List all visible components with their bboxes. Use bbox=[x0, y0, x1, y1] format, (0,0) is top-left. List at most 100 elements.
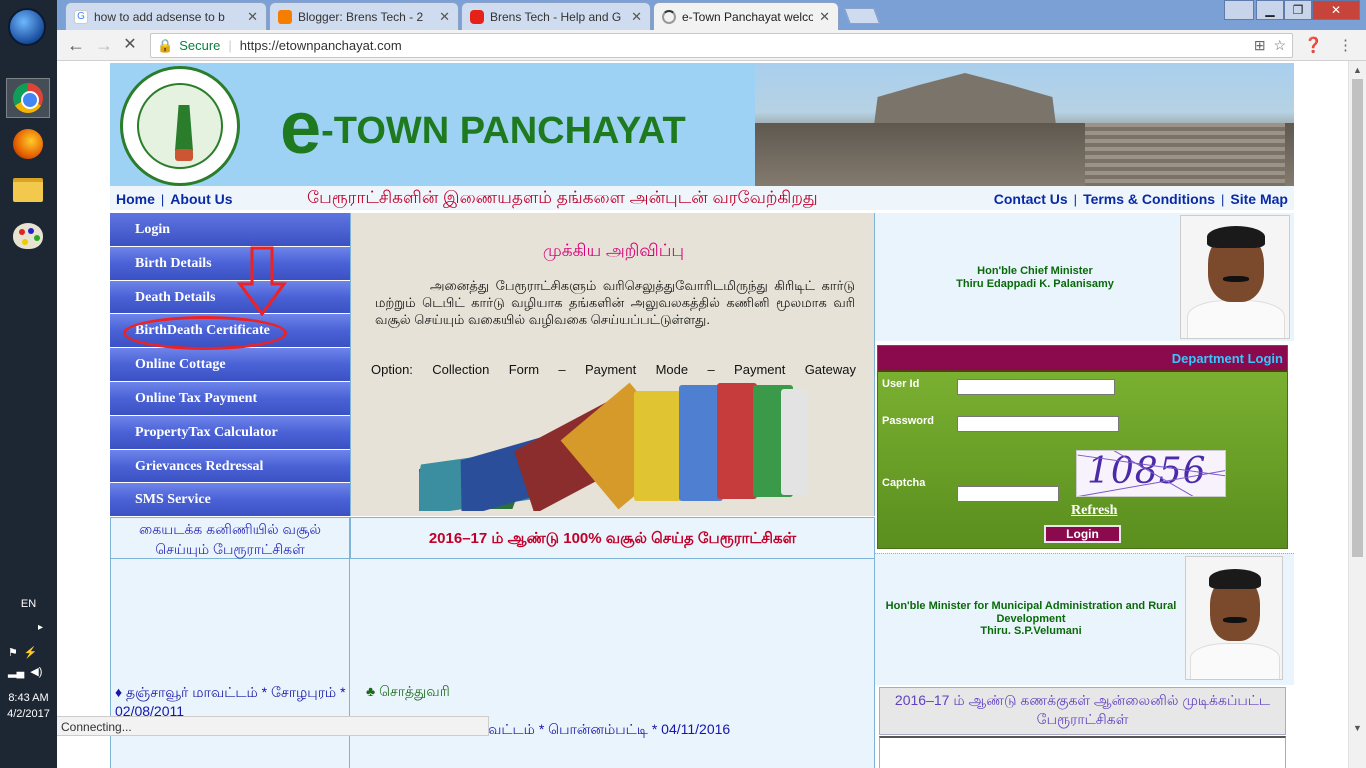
stop-loading-icon[interactable]: ✕ bbox=[119, 35, 141, 57]
scroll-down-icon[interactable]: ▼ bbox=[1353, 723, 1362, 733]
password-label: Password bbox=[882, 415, 934, 427]
minister-title: Hon'ble Minister for Municipal Administr… bbox=[885, 600, 1177, 625]
nav-terms-link[interactable]: Terms & Conditions bbox=[1083, 191, 1215, 207]
minimize-button[interactable]: ▁ bbox=[1256, 0, 1284, 20]
captcha-input[interactable] bbox=[957, 486, 1059, 502]
tray-expand-icon[interactable]: ▸ bbox=[38, 622, 43, 633]
status-bubble: Connecting... bbox=[57, 716, 489, 736]
clock-time: 8:43 AM bbox=[8, 692, 49, 704]
power-icon[interactable]: ⚡ bbox=[24, 646, 38, 659]
menu-online-cottage[interactable]: Online Cottage bbox=[110, 348, 350, 382]
url-text: https://etownpanchayat.com bbox=[239, 38, 402, 53]
captcha-value: 10856 bbox=[1087, 451, 1207, 492]
tab-youtube[interactable]: Brens Tech - Help and G ✕ bbox=[461, 2, 651, 30]
site-logo-title: e-TOWN PANCHAYAT bbox=[280, 85, 686, 170]
handheld-list: ♦ தஞ்சாவூர் மாவட்டம் * சோழபுரம் * 02/08/… bbox=[110, 559, 350, 768]
close-tab-icon[interactable]: ✕ bbox=[631, 9, 642, 25]
user-profile-button[interactable] bbox=[1224, 0, 1254, 20]
youtube-icon bbox=[470, 9, 484, 24]
minister-photo bbox=[1185, 556, 1283, 680]
tab-etown[interactable]: e-Town Panchayat welco ✕ bbox=[653, 2, 839, 30]
login-button[interactable]: Login bbox=[1044, 525, 1121, 543]
vertical-scrollbar[interactable]: ▲ ▼ bbox=[1348, 61, 1366, 768]
userid-input[interactable] bbox=[957, 379, 1115, 395]
tab-adsense[interactable]: G how to add adsense to b ✕ bbox=[65, 2, 267, 30]
menu-death-details[interactable]: Death Details bbox=[110, 280, 350, 315]
restore-button[interactable]: ❐ bbox=[1284, 0, 1312, 20]
action-center-icon[interactable]: ⚑ bbox=[8, 646, 18, 659]
password-input[interactable] bbox=[957, 416, 1119, 432]
language-indicator[interactable]: EN bbox=[0, 598, 57, 610]
menu-birth-details[interactable]: Birth Details bbox=[110, 246, 350, 281]
tab-title: Blogger: Brens Tech - 2 bbox=[298, 9, 424, 24]
nav-contact-link[interactable]: Contact Us bbox=[994, 191, 1068, 207]
google-icon: G bbox=[74, 9, 88, 24]
tab-title: e-Town Panchayat welco bbox=[682, 9, 814, 24]
notice-option: Option: Collection Form – Payment Mode –… bbox=[371, 362, 856, 377]
help-icon[interactable]: ❓ bbox=[1304, 36, 1323, 54]
back-icon[interactable]: ← bbox=[65, 35, 87, 57]
nav-about-link[interactable]: About Us bbox=[170, 191, 232, 207]
file-explorer-taskbar-button[interactable] bbox=[6, 170, 50, 210]
windows-start-button[interactable] bbox=[8, 8, 46, 46]
new-tab-button[interactable] bbox=[844, 8, 880, 24]
forward-icon[interactable]: → bbox=[93, 35, 115, 57]
minister-block: Hon'ble Minister for Municipal Administr… bbox=[875, 553, 1294, 685]
list-item[interactable]: ♣ சொத்துவரி bbox=[366, 683, 450, 702]
list-item[interactable]: வட்டம் * பொன்னம்பட்டி * 04/11/2016 bbox=[488, 721, 730, 740]
login-header: Department Login bbox=[878, 346, 1287, 372]
paint-taskbar-button[interactable] bbox=[6, 216, 50, 256]
menu-icon[interactable]: ⋮ bbox=[1338, 36, 1353, 54]
accounts-online-caption: 2016–17 ம் ஆண்டு கணக்குகள் ஆன்லைனில் முட… bbox=[879, 687, 1286, 735]
loading-icon bbox=[662, 9, 676, 24]
chrome-icon bbox=[13, 83, 43, 113]
chief-minister-title: Hon'ble Chief Minister bbox=[977, 265, 1093, 277]
browser-toolbar: ← → ✕ 🔒 Secure | https://etownpanchayat.… bbox=[57, 30, 1366, 61]
handheld-collection-caption: கையடக்க கனிணியில் வசூல் செய்யும் பேரூராட… bbox=[110, 517, 350, 559]
captcha-refresh-link[interactable]: Refresh bbox=[1071, 503, 1117, 519]
close-window-button[interactable]: ✕ bbox=[1312, 0, 1360, 20]
menu-sms-service[interactable]: SMS Service bbox=[110, 483, 350, 518]
blogger-icon bbox=[278, 9, 292, 24]
scrollbar-thumb[interactable] bbox=[1352, 79, 1363, 557]
menu-login[interactable]: Login bbox=[110, 213, 350, 247]
etown-site: e-TOWN PANCHAYAT Home | About Us பேரூராட்ச… bbox=[110, 63, 1294, 768]
userid-label: User Id bbox=[882, 378, 920, 390]
firefox-taskbar-button[interactable] bbox=[6, 124, 50, 164]
annotation-arrow-icon bbox=[237, 246, 287, 316]
menu-grievances-redressal[interactable]: Grievances Redressal bbox=[110, 449, 350, 484]
logo-text: -TOWN PANCHAYAT bbox=[321, 110, 686, 152]
network-icon[interactable]: ▂▄ bbox=[8, 665, 24, 678]
file-explorer-icon bbox=[13, 178, 43, 202]
welcome-marquee: பேரூராட்சிகளின் இணையதளம் தங்களை அன்புடன்… bbox=[307, 188, 818, 207]
left-menu: Login Birth Details Death Details BirthD… bbox=[110, 213, 350, 518]
full-collection-list: ♣ சொத்துவரி வட்டம் * பொன்னம்பட்டி * 04/1… bbox=[350, 559, 875, 768]
paint-icon bbox=[13, 223, 43, 249]
page-viewport: e-TOWN PANCHAYAT Home | About Us பேரூராட்ச… bbox=[57, 61, 1348, 768]
close-tab-icon[interactable]: ✕ bbox=[247, 9, 258, 25]
tab-title: Brens Tech - Help and G bbox=[490, 9, 622, 24]
logo-e: e bbox=[280, 86, 322, 169]
close-tab-icon[interactable]: ✕ bbox=[819, 9, 830, 25]
scroll-up-icon[interactable]: ▲ bbox=[1353, 65, 1362, 75]
site-header: e-TOWN PANCHAYAT bbox=[110, 63, 1294, 186]
accounts-online-list bbox=[879, 736, 1286, 768]
windows-taskbar: EN ▸ ⚑ ⚡ ▂▄ ◀) 8:43 AM 4/2/2017 bbox=[0, 0, 57, 768]
menu-propertytax-calculator[interactable]: PropertyTax Calculator bbox=[110, 415, 350, 450]
annotation-circle bbox=[123, 316, 287, 350]
close-tab-icon[interactable]: ✕ bbox=[439, 9, 450, 25]
address-bar[interactable]: 🔒 Secure | https://etownpanchayat.com ⊞ … bbox=[150, 33, 1293, 58]
chrome-taskbar-button[interactable] bbox=[6, 78, 50, 118]
minister-name: Thiru. S.P.Velumani bbox=[980, 625, 1082, 637]
system-clock[interactable]: 8:43 AM 4/2/2017 bbox=[0, 690, 57, 722]
bookmark-star-icon[interactable]: ☆ bbox=[1273, 37, 1286, 53]
menu-online-tax-payment[interactable]: Online Tax Payment bbox=[110, 381, 350, 416]
translate-icon[interactable]: ⊞ bbox=[1254, 37, 1266, 53]
right-panel: Hon'ble Chief Minister Thiru Edappadi K.… bbox=[875, 213, 1294, 768]
tab-blogger[interactable]: Blogger: Brens Tech - 2 ✕ bbox=[269, 2, 459, 30]
department-login-form: Department Login User Id Password Captch… bbox=[877, 345, 1288, 549]
volume-icon[interactable]: ◀) bbox=[30, 665, 42, 678]
nav-sitemap-link[interactable]: Site Map bbox=[1230, 191, 1288, 207]
chief-minister-name: Thiru Edappadi K. Palanisamy bbox=[956, 278, 1114, 290]
nav-home-link[interactable]: Home bbox=[116, 191, 155, 207]
